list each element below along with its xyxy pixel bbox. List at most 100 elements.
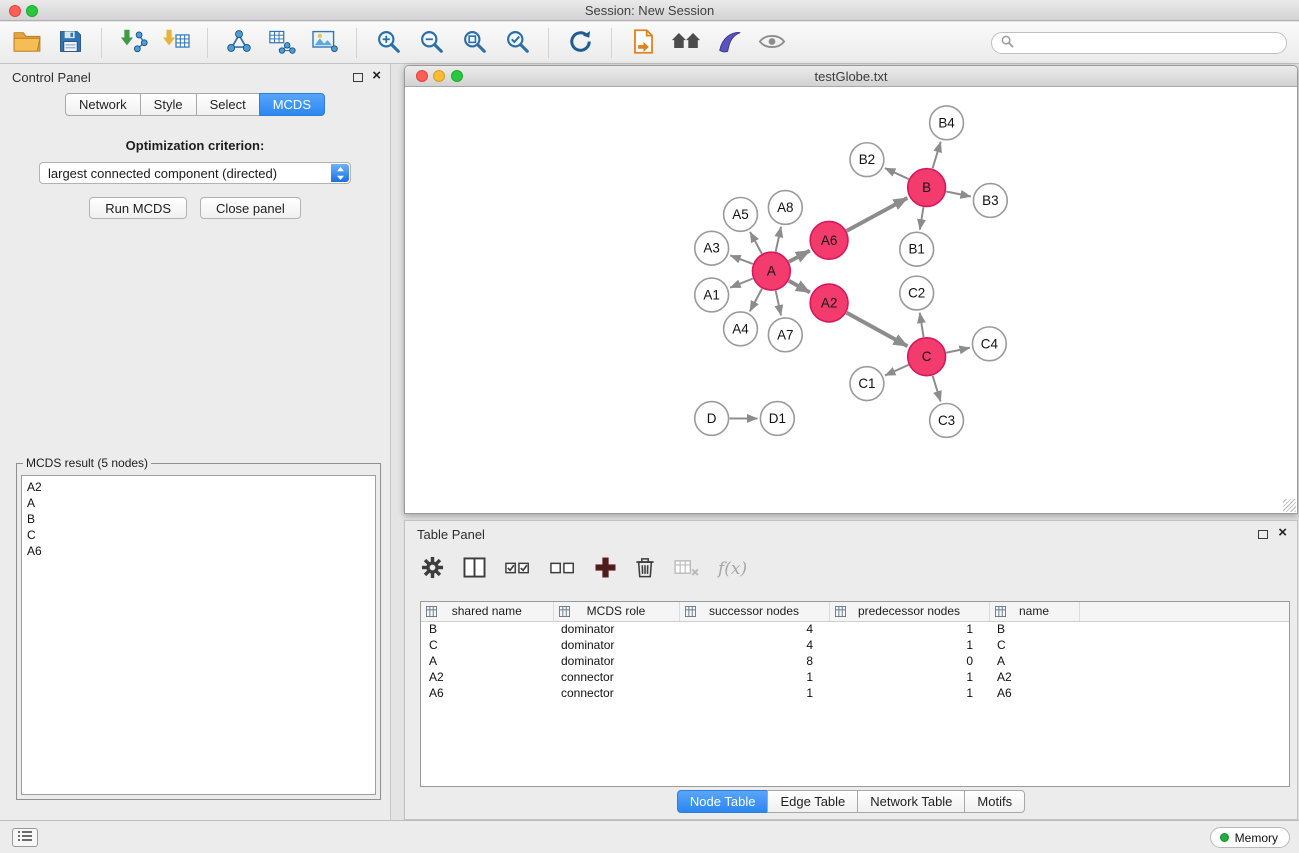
table-cell[interactable]: B — [421, 621, 553, 637]
table-row[interactable]: Bdominator41B — [421, 621, 1289, 637]
graph-node-A3[interactable]: A3 — [695, 231, 729, 265]
export-image-button[interactable] — [308, 26, 342, 60]
column-header-name[interactable]: name — [989, 602, 1079, 621]
table-cell[interactable]: A6 — [421, 685, 553, 701]
graph-edge[interactable] — [885, 365, 908, 376]
function-builder-button[interactable]: f(x) — [718, 554, 747, 584]
table-cell[interactable]: A2 — [421, 669, 553, 685]
window-resize-handle[interactable] — [1283, 499, 1296, 512]
table-cell[interactable]: 8 — [679, 653, 829, 669]
show-columns-button[interactable] — [463, 554, 486, 584]
graph-node-D1[interactable]: D1 — [760, 402, 794, 436]
tab-edge-table[interactable]: Edge Table — [767, 790, 858, 813]
network-close-button[interactable] — [416, 70, 428, 82]
graph-edge[interactable] — [946, 348, 970, 353]
graph-node-A7[interactable]: A7 — [768, 318, 802, 352]
open-session-button[interactable] — [10, 26, 44, 60]
table-cell[interactable]: C — [421, 637, 553, 653]
network-window-titlebar[interactable]: testGlobe.txt — [405, 66, 1297, 87]
table-cell[interactable]: dominator — [553, 637, 679, 653]
column-header-successor-nodes[interactable]: successor nodes — [679, 602, 829, 621]
mcds-result-item[interactable]: A6 — [27, 543, 370, 559]
float-panel-icon[interactable] — [1258, 530, 1268, 539]
search-input[interactable] — [1020, 36, 1277, 50]
network-canvas[interactable]: B4B2BB3A5A8A6A3AB1A1A2C2A4A7C4CC1DD1C3 — [405, 88, 1297, 513]
new-network-table-button[interactable] — [265, 26, 299, 60]
table-row[interactable]: A2connector11A2 — [421, 669, 1289, 685]
graph-node-B[interactable]: B — [908, 169, 946, 207]
delete-column-button[interactable] — [635, 554, 655, 584]
graph-node-A5[interactable]: A5 — [724, 197, 758, 231]
graph-edge[interactable] — [847, 313, 908, 347]
new-network-button[interactable] — [222, 26, 256, 60]
tab-select[interactable]: Select — [196, 93, 260, 116]
graph-node-B4[interactable]: B4 — [930, 106, 964, 140]
graph-edge[interactable] — [750, 232, 762, 254]
task-history-button[interactable] — [12, 828, 38, 847]
graph-node-C3[interactable]: C3 — [930, 404, 964, 438]
table-cell[interactable]: 4 — [679, 621, 829, 637]
table-cell[interactable]: C — [989, 637, 1079, 653]
table-cell[interactable]: 1 — [829, 669, 989, 685]
mcds-result-item[interactable]: A — [27, 495, 370, 511]
network-minimize-button[interactable] — [433, 70, 445, 82]
table-cell[interactable]: A — [989, 653, 1079, 669]
memory-button[interactable]: Memory — [1210, 827, 1290, 848]
zoom-window-button[interactable] — [26, 5, 38, 17]
graph-node-B2[interactable]: B2 — [850, 143, 884, 177]
graph-edge[interactable] — [750, 289, 762, 312]
column-header-shared-name[interactable]: shared name — [421, 602, 553, 621]
graph-node-A1[interactable]: A1 — [695, 278, 729, 312]
mcds-result-item[interactable]: C — [27, 527, 370, 543]
deselect-all-button[interactable] — [550, 554, 576, 584]
table-cell[interactable]: 1 — [829, 685, 989, 701]
table-row[interactable]: Adominator80A — [421, 653, 1289, 669]
graph-edge[interactable] — [789, 251, 810, 262]
float-panel-icon[interactable] — [353, 73, 363, 82]
table-cell[interactable]: 4 — [679, 637, 829, 653]
refresh-button[interactable] — [563, 26, 597, 60]
graph-node-B1[interactable]: B1 — [900, 232, 934, 266]
network-zoom-button[interactable] — [451, 70, 463, 82]
table-row[interactable]: A6connector11A6 — [421, 685, 1289, 701]
graph-node-A[interactable]: A — [752, 252, 790, 290]
graph-edge[interactable] — [847, 198, 908, 231]
apply-layout-button[interactable] — [626, 26, 660, 60]
table-cell[interactable]: A — [421, 653, 553, 669]
select-all-button[interactable] — [505, 554, 531, 584]
table-cell[interactable]: connector — [553, 669, 679, 685]
home-button[interactable] — [669, 26, 703, 60]
mcds-result-list[interactable]: A2ABCA6 — [21, 475, 376, 795]
graph-edge[interactable] — [776, 291, 781, 316]
add-column-button[interactable] — [595, 554, 616, 584]
mcds-result-item[interactable]: A2 — [27, 479, 370, 495]
graph-edge[interactable] — [885, 168, 909, 179]
graph-node-A4[interactable]: A4 — [724, 312, 758, 346]
tab-node-table[interactable]: Node Table — [677, 790, 769, 813]
column-header-MCDS-role[interactable]: MCDS role — [553, 602, 679, 621]
graph-node-D[interactable]: D — [695, 402, 729, 436]
close-panel-icon[interactable]: × — [372, 67, 381, 85]
show-hide-button[interactable] — [755, 26, 789, 60]
graph-edge[interactable] — [776, 227, 781, 252]
graph-edge[interactable] — [920, 313, 924, 337]
graph-edge[interactable] — [730, 255, 752, 264]
table-cell[interactable]: 1 — [829, 621, 989, 637]
search-box[interactable] — [991, 32, 1287, 54]
graph-node-B3[interactable]: B3 — [973, 184, 1007, 218]
graph-node-A6[interactable]: A6 — [810, 221, 848, 259]
close-window-button[interactable] — [9, 5, 21, 17]
graph-edge[interactable] — [933, 376, 941, 402]
zoom-out-button[interactable] — [414, 26, 448, 60]
table-cell[interactable]: dominator — [553, 621, 679, 637]
graph-node-C2[interactable]: C2 — [900, 276, 934, 310]
table-settings-button[interactable] — [421, 554, 444, 584]
mcds-result-item[interactable]: B — [27, 511, 370, 527]
graph-node-C1[interactable]: C1 — [850, 367, 884, 401]
delete-table-button[interactable] — [674, 554, 699, 584]
table-cell[interactable]: B — [989, 621, 1079, 637]
graph-node-A8[interactable]: A8 — [768, 191, 802, 225]
graph-edge[interactable] — [946, 192, 971, 197]
save-session-button[interactable] — [53, 26, 87, 60]
graph-edge[interactable] — [789, 281, 810, 293]
